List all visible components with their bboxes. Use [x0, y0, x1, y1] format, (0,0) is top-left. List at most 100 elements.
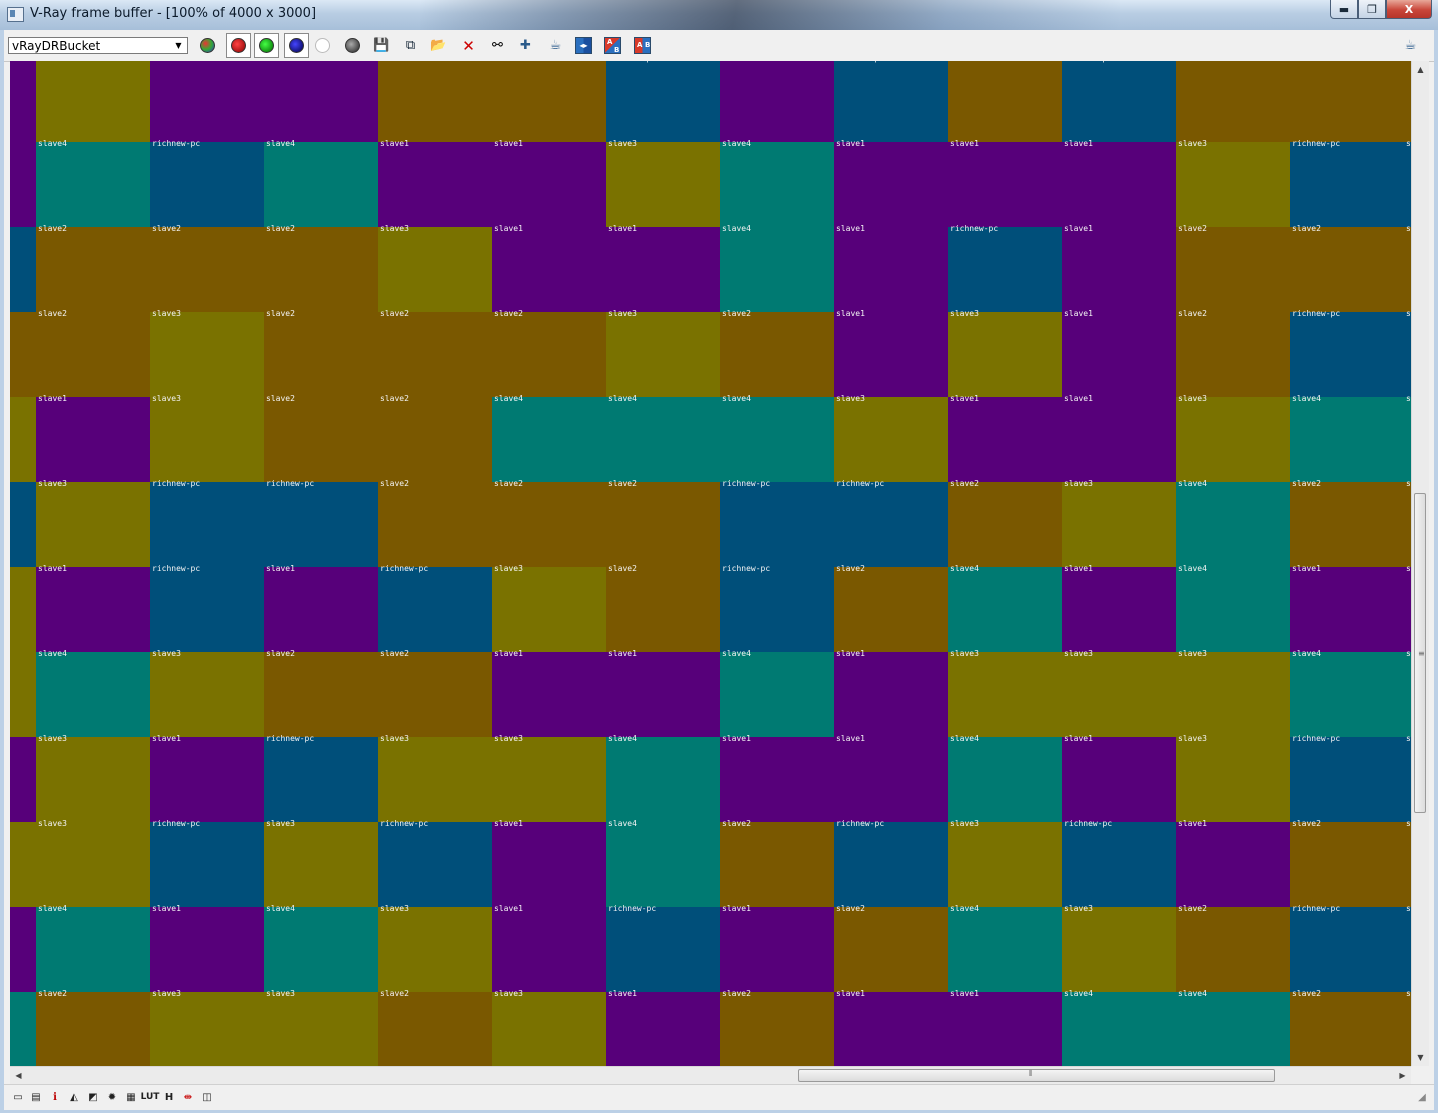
bucket-host-label: richnew-pc	[1064, 819, 1113, 828]
render-bucket: slave1	[492, 649, 606, 737]
bucket-host-label: slave4	[722, 649, 751, 658]
render-bucket: slave2	[264, 394, 378, 482]
ab-vertical-button[interactable]: AB	[602, 35, 623, 56]
ocio-button[interactable]: ⇹	[180, 1089, 196, 1105]
render-bucket: slave1	[1062, 734, 1176, 822]
mono-channel-button[interactable]	[342, 35, 363, 56]
bucket-host-label: slave1	[1064, 394, 1093, 403]
bucket-host-label: slave2	[1292, 224, 1321, 233]
show-history-button[interactable]: ▭	[10, 1089, 26, 1105]
blue-channel-button[interactable]	[284, 33, 309, 58]
render-button[interactable]: ☕	[1400, 35, 1421, 56]
resize-grip-icon[interactable]: ◢	[1414, 1089, 1430, 1105]
scroll-right-arrow-icon[interactable]: ▶	[1394, 1067, 1411, 1084]
title-bar[interactable]: V-Ray frame buffer - [100% of 4000 x 300…	[0, 0, 1438, 30]
minimize-button[interactable]: ▬	[1330, 0, 1358, 19]
save-image-button[interactable]: 💾	[371, 35, 392, 56]
red-channel-button[interactable]	[226, 33, 251, 58]
app-window-icon[interactable]	[7, 7, 24, 22]
render-bucket: slave4	[36, 139, 150, 227]
scroll-up-arrow-icon[interactable]: ▲	[1412, 61, 1429, 78]
levels-icon: ◭	[70, 1091, 78, 1103]
bucket-host-label: richnew-pc	[608, 61, 656, 63]
load-image-button[interactable]: 📂	[428, 35, 449, 56]
render-bucket: slave3	[150, 309, 264, 397]
bucket-host-label: slave2	[836, 904, 865, 913]
lut-button[interactable]: LUT	[141, 1089, 160, 1105]
render-bucket: slave3	[948, 309, 1062, 397]
render-bucket: slave2	[36, 224, 150, 312]
render-bucket: slave3	[1062, 479, 1176, 567]
bucket-host-label: slave4	[266, 904, 295, 913]
green-channel-icon	[259, 38, 274, 53]
exposure-button[interactable]: ✹	[104, 1089, 120, 1105]
vertical-scroll-thumb[interactable]: ≡	[1414, 493, 1426, 813]
horizontal-scrollbar[interactable]: ◀ ⦀ ▶	[10, 1066, 1411, 1084]
render-bucket: slave1	[378, 139, 492, 227]
render-bucket: slave4	[264, 904, 378, 992]
bucket-host-label: slave2	[494, 479, 523, 488]
render-bucket: slave4	[36, 904, 150, 992]
render-teapot-button[interactable]: ☕	[545, 35, 566, 56]
render-bucket: slave4	[1290, 649, 1404, 737]
pixel-info-button[interactable]: i	[47, 1089, 63, 1105]
render-bucket: slave2	[378, 479, 492, 567]
color-corrections-button[interactable]: ▤	[28, 1089, 44, 1105]
region-render-button[interactable]: ✚	[515, 35, 536, 56]
curve-button[interactable]: ◩	[85, 1089, 101, 1105]
vertical-scrollbar[interactable]: ▲ ≡ ▼	[1411, 61, 1429, 1066]
bucket-host-label: slave3	[494, 734, 523, 743]
bucket-host-label: slave3	[38, 479, 67, 488]
render-bucket: slave2	[36, 309, 150, 397]
maximize-button[interactable]: ❐	[1358, 0, 1386, 19]
bucket-host-label: slave3	[1178, 649, 1207, 658]
ab-label-b: B	[645, 41, 651, 49]
bucket-partial-right: s	[1404, 904, 1411, 992]
bucket-host-label: slave1	[722, 61, 751, 63]
ocio-icon: ⇹	[183, 1091, 193, 1103]
bucket-partial-left	[10, 907, 36, 992]
render-bucket: slave2	[606, 479, 720, 567]
bucket-host-label: richnew-pc	[266, 734, 315, 743]
stamp-button[interactable]: ◫	[199, 1089, 215, 1105]
ab-horizontal-button[interactable]: AB	[632, 35, 653, 56]
bucket-host-label: richnew-pc	[1292, 734, 1341, 743]
bucket-host-label: richnew-pc	[722, 564, 771, 573]
bucket-host-label: slave3	[266, 819, 295, 828]
scroll-left-arrow-icon[interactable]: ◀	[10, 1067, 27, 1084]
bucket-host-label: slave1	[608, 649, 637, 658]
bucket-host-label: slave3	[1064, 649, 1093, 658]
alpha-channel-button[interactable]	[312, 35, 333, 56]
render-teapot-icon: ☕	[549, 38, 562, 53]
clear-image-button[interactable]: ✕	[458, 35, 479, 56]
render-bucket: richnew-pc	[1062, 61, 1176, 142]
bucket-partial-left	[10, 227, 36, 312]
green-channel-button[interactable]	[254, 33, 279, 58]
bucket-partial-right: s	[1404, 479, 1411, 567]
rgb-channel-button[interactable]	[197, 35, 218, 56]
compare-ab-split-button[interactable]: ◂▸	[573, 35, 594, 56]
srgb-button[interactable]: ▦	[123, 1089, 139, 1105]
link-to-vfb-button[interactable]: ⚯	[487, 35, 508, 56]
clone-frame-button[interactable]: ⧉	[400, 35, 421, 56]
channel-select[interactable]: vRayDRBucket ▼	[8, 37, 188, 54]
horizontal-scroll-thumb[interactable]: ⦀	[798, 1069, 1275, 1082]
render-bucket: slave1	[948, 989, 1062, 1066]
bucket-host-label: slave2	[38, 224, 67, 233]
render-bucket: slave1	[36, 564, 150, 652]
bucket-host-label: slave4	[722, 394, 751, 403]
scroll-down-arrow-icon[interactable]: ▼	[1412, 1049, 1429, 1066]
close-button[interactable]: X	[1386, 0, 1432, 19]
toolbar: vRayDRBucket ▼ 💾 ⧉ 📂 ✕ ⚯ ✚ ☕ ◂▸ A B A B ☕	[4, 30, 1434, 62]
levels-button[interactable]: ◭	[66, 1089, 82, 1105]
render-bucket: slave2	[264, 224, 378, 312]
render-bucket: slave3	[1176, 139, 1290, 227]
bucket-host-label: slave2	[494, 309, 523, 318]
render-bucket: slave4	[720, 139, 834, 227]
bucket-host-label: slave4	[1178, 479, 1207, 488]
render-bucket: slave3	[1062, 649, 1176, 737]
render-bucket: richnew-pc	[834, 61, 948, 142]
hsv-button[interactable]: H	[161, 1089, 177, 1105]
render-viewport[interactable]: slave3 slave1 slave1 slave2 slave2 richnew-pc…	[10, 61, 1411, 1066]
bucket-host-label: slave2	[380, 394, 409, 403]
